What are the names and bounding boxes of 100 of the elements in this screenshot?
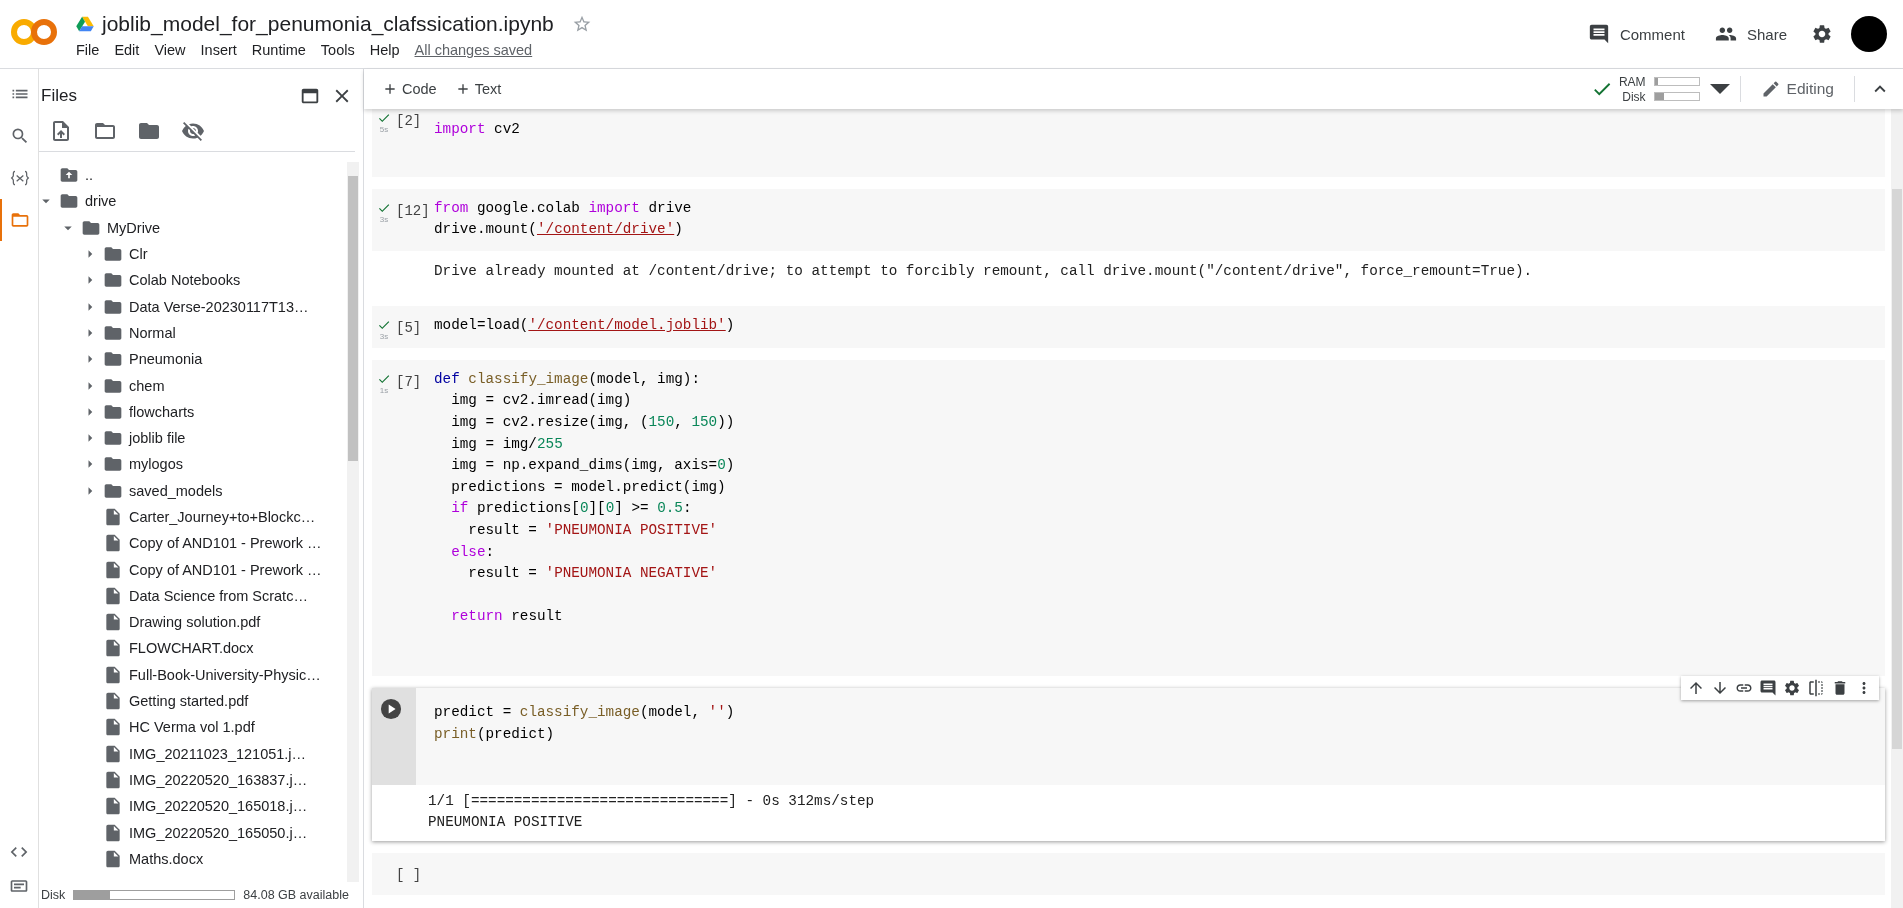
- folder-name[interactable]: MyDrive: [107, 219, 161, 236]
- file-name[interactable]: Drawing solution.pdf: [129, 614, 261, 631]
- file-name[interactable]: FLOWCHART.docx: [129, 640, 254, 657]
- folder-name[interactable]: flowcharts: [129, 403, 195, 420]
- folder-name[interactable]: Clr: [129, 246, 148, 263]
- code-token: classify_image: [519, 703, 640, 720]
- file-name[interactable]: IMG_20220520_165018.j…: [129, 798, 308, 815]
- code-token: img = cv2.imread(img): [450, 392, 632, 409]
- code-cell[interactable]: predict = classify_image(model, '') print(predict) 1/1 [==============================] - 0s 312ms/step PNEUMONIA POSITIVE: [372, 687, 1885, 842]
- folder-name[interactable]: mylogos: [129, 456, 183, 473]
- scrollbar[interactable]: [1891, 109, 1903, 908]
- code-cell[interactable]: 3s [5] model=load('/content/model.joblib'): [372, 305, 1885, 348]
- file-name[interactable]: Copy of AND101 - Prework …: [129, 561, 322, 578]
- folder-name[interactable]: joblib file: [129, 430, 186, 447]
- code-token: model=load(: [434, 316, 529, 333]
- code-token: )): [717, 413, 735, 430]
- code-token: drive: [647, 199, 692, 216]
- folder-name[interactable]: chem: [129, 377, 165, 394]
- folder-name[interactable]: Data Verse-20230117T13…: [129, 298, 309, 315]
- menu-item[interactable]: Tools: [320, 40, 363, 60]
- panel-title: Files: [41, 86, 77, 106]
- menu-item[interactable]: Edit: [114, 40, 148, 60]
- file-icon: [103, 507, 123, 527]
- share-button[interactable]: Share: [1702, 15, 1799, 53]
- code-token: 0: [605, 500, 615, 517]
- code-token: result: [510, 608, 563, 625]
- settings-icon[interactable]: [1811, 23, 1833, 45]
- notebook-title[interactable]: joblib_model_for_penumonia_clafssication.ipynb: [102, 12, 554, 36]
- mirror-icon[interactable]: [1807, 678, 1825, 697]
- code-token: ,: [674, 413, 684, 430]
- execution-count: [5]: [396, 318, 422, 336]
- file-name[interactable]: Maths.docx: [129, 850, 204, 867]
- code-token: def: [434, 370, 460, 387]
- menu-item[interactable]: Insert: [200, 40, 245, 60]
- avatar[interactable]: [1851, 16, 1887, 52]
- file-name[interactable]: Full-Book-University-Physic…: [129, 666, 321, 683]
- file-icon: [103, 612, 123, 633]
- run-button[interactable]: [380, 697, 402, 720]
- disk-label: Disk: [41, 888, 66, 902]
- run-duration: 3s: [379, 331, 389, 341]
- code-cell[interactable]: [ ]: [372, 853, 1885, 896]
- code-cell[interactable]: 5s [2] import cv2: [372, 109, 1885, 177]
- execution-count: [7]: [396, 372, 422, 390]
- code-token: img = np.expand_dims(img, axis=: [450, 457, 718, 474]
- menu-item[interactable]: View: [154, 40, 194, 60]
- folder-name[interactable]: drive: [85, 193, 117, 210]
- code-token: else: [450, 543, 486, 560]
- file-icon: [103, 822, 123, 843]
- file-name[interactable]: IMG_20220520_165050.j…: [129, 824, 308, 841]
- file-name[interactable]: Carter_Journey+to+Blockc…: [129, 509, 316, 525]
- file-icon: [103, 559, 123, 580]
- variables-icon[interactable]: [10, 168, 30, 188]
- file-icon: [103, 638, 123, 659]
- folder-icon[interactable]: [10, 210, 30, 230]
- comment-button[interactable]: Comment: [1575, 15, 1697, 53]
- execution-count: [2]: [396, 112, 422, 129]
- menu-item[interactable]: Runtime: [251, 40, 314, 60]
- execution-count: [ ]: [396, 866, 422, 884]
- output-text: PNEUMONIA POSITIVE: [428, 813, 584, 833]
- code-cell[interactable]: 3s [12] from google.colab import drive drive.mount('/content/drive') Drive already mounted at /content/drive; to attempt to forcibly remount, call drive.mount("/content/drive", force_remount=True).: [372, 188, 1885, 294]
- scrollbar[interactable]: [347, 162, 359, 882]
- code-token: 'PNEUMONIA NEGATIVE': [545, 565, 718, 582]
- code-token: predictions[: [475, 500, 580, 517]
- resources-button[interactable]: RAM Disk: [1590, 74, 1730, 104]
- file-name[interactable]: Getting started.pdf: [129, 693, 249, 710]
- code-token: (model, img):: [588, 370, 700, 387]
- menu-item[interactable]: Help: [369, 40, 408, 60]
- search-icon[interactable]: [10, 126, 30, 146]
- add-code-button[interactable]: Code: [374, 77, 445, 101]
- triangle-icon[interactable]: [76, 16, 94, 32]
- file-name[interactable]: IMG_20220520_163837.j…: [129, 771, 308, 788]
- folder-name[interactable]: Normal: [129, 324, 176, 341]
- file-name[interactable]: Data Science from Scratc…: [129, 587, 308, 604]
- folder-name[interactable]: Pneumonia: [129, 351, 203, 368]
- editing-button[interactable]: Editing: [1750, 75, 1844, 103]
- code-token: import: [434, 121, 486, 137]
- folder-name[interactable]: saved_models: [129, 482, 223, 499]
- file-name[interactable]: Copy of AND101 - Prework …: [129, 535, 322, 552]
- code-cell[interactable]: [372, 359, 1885, 676]
- code-token: drive.mount(: [434, 221, 537, 238]
- file-icon: [103, 664, 123, 685]
- code-token: cv2: [493, 121, 520, 137]
- code-token: ): [725, 316, 735, 333]
- file-name[interactable]: HC Verma vol 1.pdf: [129, 719, 255, 736]
- logo-icon[interactable]: [10, 17, 58, 47]
- file-name[interactable]: IMG_20211023_121051.j…: [129, 745, 307, 762]
- settings-icon[interactable]: [1783, 678, 1801, 697]
- folder-name[interactable]: ..: [85, 167, 94, 184]
- hidden-icon[interactable]: [181, 119, 205, 143]
- code-token: 0: [579, 500, 589, 517]
- comment-icon[interactable]: [1759, 678, 1777, 697]
- meter-label: RAM: [1618, 74, 1646, 89]
- disk-free-text: 84.08 GB available: [243, 888, 349, 902]
- save-status-link[interactable]: All changes saved: [414, 42, 533, 58]
- folder-name[interactable]: Colab Notebooks: [129, 272, 241, 289]
- code-token: ): [725, 457, 735, 474]
- code-token: ): [725, 703, 735, 720]
- add-text-button[interactable]: Text: [446, 77, 510, 101]
- menu-item[interactable]: File: [76, 40, 108, 60]
- file-icon: [103, 743, 123, 764]
